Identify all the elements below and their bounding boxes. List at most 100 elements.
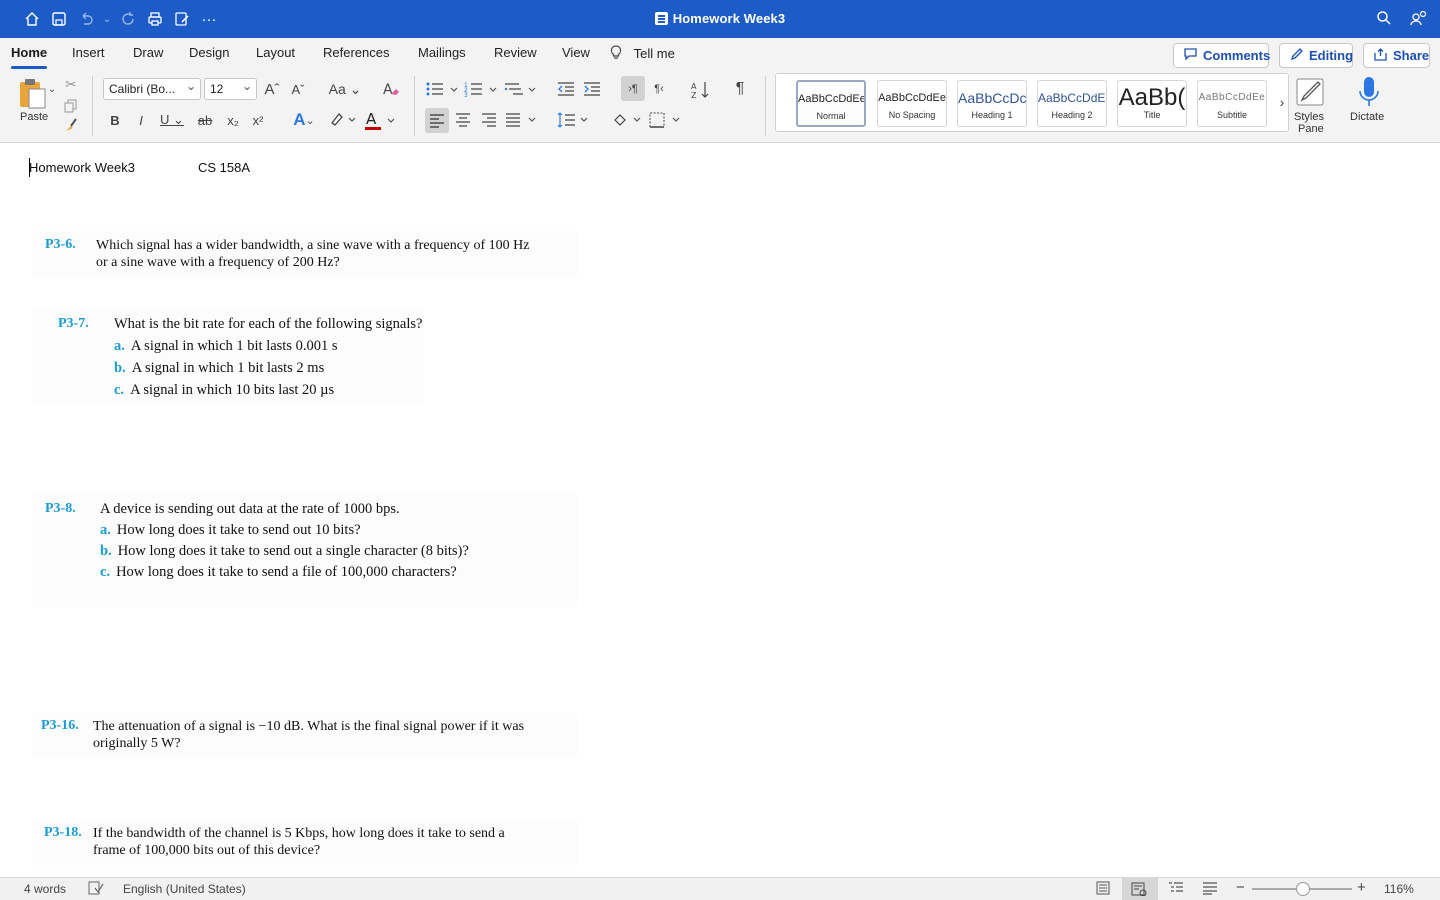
ltr-text-direction-icon[interactable]: ›¶ bbox=[621, 76, 645, 101]
question-line: frame of 100,000 bits out of this device… bbox=[93, 843, 321, 858]
align-left-icon[interactable] bbox=[425, 108, 449, 133]
styles-pane-label-line-1: Styles bbox=[1294, 111, 1324, 123]
styles-gallery: AaBbCcDdEe Normal AaBbCcDdEe No Spacing … bbox=[775, 73, 1289, 132]
question-item: a. A signal in which 1 bit lasts 0.001 s bbox=[114, 338, 338, 355]
style-heading-2[interactable]: AaBbCcDdEe Heading 2 bbox=[1037, 80, 1107, 127]
bullets-icon[interactable] bbox=[425, 79, 459, 99]
paste-label: Paste bbox=[20, 111, 49, 123]
clear-formatting-icon[interactable]: A bbox=[380, 79, 402, 99]
decrease-font-size-icon[interactable]: Aˇ bbox=[288, 79, 308, 99]
document-canvas[interactable]: Homework Week3 CS 158A P3-6. Which signa… bbox=[0, 143, 1440, 877]
cut-icon[interactable]: ✂ bbox=[62, 75, 80, 93]
tab-insert[interactable]: Insert bbox=[72, 45, 105, 60]
style-normal[interactable]: AaBbCcDdEe Normal bbox=[796, 80, 866, 127]
ribbon-separator bbox=[765, 76, 766, 136]
font-color-icon[interactable]: A bbox=[364, 110, 396, 132]
subscript-icon[interactable]: x₂ bbox=[223, 110, 243, 130]
styles-pane-icon[interactable] bbox=[1293, 75, 1327, 109]
tab-home[interactable]: Home bbox=[11, 45, 48, 69]
zoom-in-icon[interactable]: + bbox=[1357, 879, 1366, 896]
share-button[interactable]: Share bbox=[1363, 43, 1430, 68]
underline-icon[interactable]: U ⌄ bbox=[157, 110, 187, 130]
italic-icon[interactable]: I bbox=[132, 110, 150, 130]
increase-indent-icon[interactable] bbox=[582, 79, 602, 99]
change-case-icon[interactable]: Aa ⌄ bbox=[328, 79, 362, 99]
question-number: P3-7. bbox=[58, 316, 89, 331]
question-line: originally 5 W? bbox=[93, 736, 181, 751]
status-bar: 4 words English (United States) − + 116% bbox=[0, 877, 1440, 900]
zoom-out-icon[interactable]: − bbox=[1236, 879, 1245, 896]
increase-font-size-icon[interactable]: Aˆ bbox=[262, 79, 282, 99]
microphone-icon[interactable] bbox=[1356, 74, 1382, 110]
comments-button[interactable]: Comments bbox=[1173, 43, 1270, 68]
web-layout-view-icon[interactable] bbox=[1122, 878, 1158, 900]
line-spacing-icon[interactable] bbox=[557, 110, 591, 130]
font-name-dropdown[interactable]: Calibri (Bo... bbox=[103, 78, 201, 100]
outline-view-icon[interactable] bbox=[1168, 881, 1184, 898]
style-sample: AaBbCcDdEe bbox=[798, 93, 866, 105]
decrease-indent-icon[interactable] bbox=[556, 79, 576, 99]
word-document-icon bbox=[654, 12, 668, 25]
styles-pane-label-line-2: Pane bbox=[1298, 123, 1324, 135]
shading-icon[interactable] bbox=[612, 110, 644, 130]
superscript-icon[interactable]: x² bbox=[248, 110, 268, 130]
proofing-icon[interactable] bbox=[88, 881, 104, 898]
item-letter: b. bbox=[114, 360, 126, 376]
item-letter: c. bbox=[114, 382, 125, 398]
text-effects-icon[interactable]: A ⌄ bbox=[287, 110, 321, 130]
copy-icon[interactable] bbox=[62, 97, 80, 115]
language-indicator[interactable]: English (United States) bbox=[123, 882, 246, 896]
tab-draw[interactable]: Draw bbox=[133, 45, 163, 60]
question-image-p3-16: P3-16. The attenuation of a signal is −1… bbox=[32, 713, 577, 757]
sort-icon[interactable]: AZ bbox=[689, 79, 711, 101]
doc-header-left[interactable]: Homework Week3 bbox=[29, 160, 135, 175]
print-layout-view-icon[interactable] bbox=[1096, 881, 1110, 898]
zoom-level[interactable]: 116% bbox=[1384, 882, 1414, 896]
rtl-text-direction-icon[interactable]: ¶‹ bbox=[649, 79, 669, 99]
justify-icon[interactable] bbox=[505, 110, 539, 130]
tab-review[interactable]: Review bbox=[494, 45, 537, 60]
styles-gallery-more-icon[interactable]: › bbox=[1276, 92, 1288, 112]
draft-view-icon[interactable] bbox=[1202, 881, 1218, 898]
style-no-spacing[interactable]: AaBbCcDdEe No Spacing bbox=[877, 80, 947, 127]
style-name: Normal bbox=[816, 111, 846, 121]
item-text: A signal in which 10 bits last 20 µs bbox=[130, 382, 335, 398]
item-letter: a. bbox=[114, 338, 125, 354]
pencil-icon bbox=[1290, 47, 1303, 64]
question-line: Which signal has a wider bandwidth, a si… bbox=[96, 238, 530, 253]
item-text: How long does it take to send a file of … bbox=[116, 564, 457, 580]
style-sample: AaBb( bbox=[1118, 84, 1186, 111]
style-sample: AaBbCcDdEe bbox=[1038, 91, 1107, 105]
editing-mode-button[interactable]: Editing bbox=[1279, 43, 1353, 68]
numbering-icon[interactable]: 123 bbox=[464, 79, 498, 99]
item-text: A signal in which 1 bit lasts 0.001 s bbox=[130, 338, 338, 354]
tab-mailings[interactable]: Mailings bbox=[418, 45, 466, 60]
multilevel-list-icon[interactable] bbox=[503, 79, 537, 99]
tell-me-box[interactable]: Tell me bbox=[610, 45, 675, 61]
tab-layout[interactable]: Layout bbox=[256, 45, 295, 60]
search-icon[interactable] bbox=[1376, 10, 1392, 30]
align-center-icon[interactable] bbox=[453, 110, 473, 130]
format-painter-icon[interactable] bbox=[62, 116, 80, 134]
font-size-dropdown[interactable]: 12 bbox=[204, 78, 257, 100]
style-heading-1[interactable]: AaBbCcDc Heading 1 bbox=[957, 80, 1027, 127]
zoom-slider-thumb[interactable] bbox=[1296, 882, 1310, 896]
bold-icon[interactable]: B bbox=[106, 110, 124, 130]
paste-icon[interactable] bbox=[14, 76, 50, 110]
text-cursor bbox=[29, 158, 30, 177]
word-count[interactable]: 4 words bbox=[24, 882, 66, 896]
borders-icon[interactable] bbox=[648, 110, 684, 130]
tab-view[interactable]: View bbox=[562, 45, 590, 60]
align-right-icon[interactable] bbox=[479, 110, 499, 130]
account-icon[interactable] bbox=[1410, 10, 1428, 30]
tab-design[interactable]: Design bbox=[189, 45, 229, 60]
strikethrough-icon[interactable]: ab bbox=[195, 110, 215, 130]
show-formatting-marks-icon[interactable]: ¶ bbox=[730, 79, 750, 99]
highlight-icon[interactable] bbox=[327, 110, 359, 130]
paste-dropdown-icon[interactable]: ⌄ bbox=[47, 84, 57, 95]
style-title[interactable]: AaBb( Title bbox=[1117, 80, 1187, 127]
question-item: a. How long does it take to send out 10 b… bbox=[100, 522, 361, 539]
tab-references[interactable]: References bbox=[323, 45, 389, 60]
style-subtitle[interactable]: AaBbCcDdEe Subtitle bbox=[1197, 80, 1267, 127]
doc-header-right[interactable]: CS 158A bbox=[198, 160, 250, 175]
